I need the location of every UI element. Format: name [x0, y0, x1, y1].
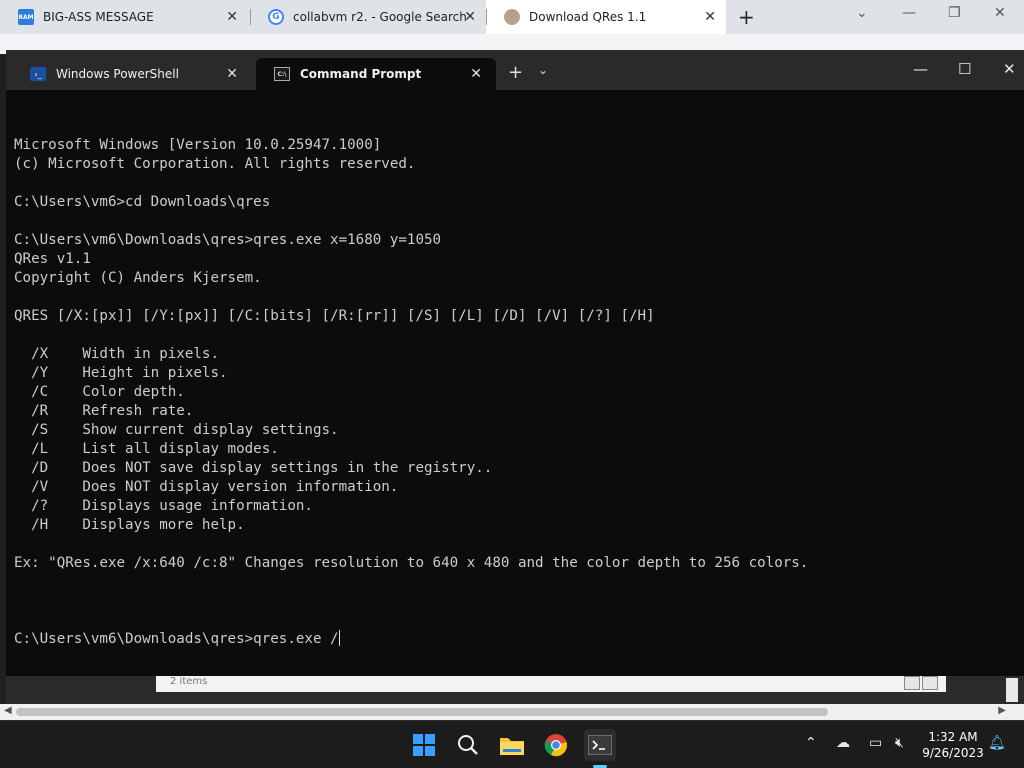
view-toggle[interactable]: [904, 676, 938, 690]
close-icon[interactable]: ✕: [464, 9, 476, 25]
console-line: /R Refresh rate.: [14, 403, 194, 419]
console-line: /H Displays more help.: [14, 517, 245, 533]
console-line: /C Color depth.: [14, 384, 185, 400]
console-line: /L List all display modes.: [14, 441, 279, 457]
network-icon[interactable]: ▭: [869, 735, 882, 751]
scrollbar-thumb[interactable]: [16, 708, 828, 716]
restore-button[interactable]: ❐: [948, 5, 961, 21]
browser-tab-big-ass-message[interactable]: BAM BIG-ASS MESSAGE ✕: [0, 0, 248, 34]
console-output[interactable]: Microsoft Windows [Version 10.0.25947.10…: [14, 98, 1014, 668]
tab-label: Windows PowerShell: [56, 67, 179, 81]
browser-tab-strip: BAM BIG-ASS MESSAGE ✕ G collabvm r2. - G…: [0, 0, 1024, 34]
console-line: /? Displays usage information.: [14, 498, 313, 514]
chevron-up-icon[interactable]: ⌃: [805, 735, 817, 751]
console-line: /S Show current display settings.: [14, 422, 339, 438]
system-clock[interactable]: 1:32 AM 9/26/2023: [918, 729, 988, 761]
minimize-button[interactable]: —: [913, 60, 928, 78]
scroll-right-icon[interactable]: ▶: [998, 705, 1006, 716]
tab-command-prompt[interactable]: C:\ Command Prompt ✕: [256, 58, 496, 90]
console-lines: Microsoft Windows [Version 10.0.25947.10…: [14, 136, 1014, 592]
clock-date: 9/26/2023: [922, 746, 984, 760]
powershell-icon: ›_: [30, 67, 46, 81]
new-tab-button[interactable]: +: [738, 5, 755, 29]
chrome-icon[interactable]: [540, 729, 572, 761]
file-explorer-window: 2 items: [6, 676, 1024, 704]
details-view-icon[interactable]: [904, 676, 920, 690]
start-icon[interactable]: [408, 729, 440, 761]
console-line: QRES [/X:[px]] [/Y:[px]] [/C:[bits] [/R:…: [14, 308, 655, 324]
console-line: C:\Users\vm6\Downloads\qres>qres.exe x=1…: [14, 232, 442, 248]
close-window-button[interactable]: ✕: [994, 5, 1006, 21]
console-line: Microsoft Windows [Version 10.0.25947.10…: [14, 137, 382, 153]
clock-time: 1:32 AM: [928, 730, 978, 744]
browser-tab-label: Download QRes 1.1: [529, 10, 647, 24]
prompt-line[interactable]: C:\Users\vm6\Downloads\qres>qres.exe /: [14, 630, 1014, 649]
console-line: /D Does NOT save display settings in the…: [14, 460, 493, 476]
qres-site-icon: [504, 9, 520, 25]
bam-icon: BAM: [18, 9, 34, 25]
close-icon[interactable]: ✕: [470, 66, 482, 82]
file-explorer-icon[interactable]: [496, 729, 528, 761]
tab-label: Command Prompt: [300, 67, 422, 81]
console-line: C:\Users\vm6>cd Downloads\qres: [14, 194, 271, 210]
terminal-titlebar[interactable]: ›_ Windows PowerShell ✕ C:\ Command Prom…: [6, 50, 1024, 90]
close-icon[interactable]: ✕: [704, 9, 716, 25]
volume-muted-icon[interactable]: 🔇︎: [895, 735, 904, 751]
terminal-icon[interactable]: [584, 729, 616, 761]
scroll-left-icon[interactable]: ◀: [4, 705, 12, 716]
maximize-button[interactable]: ☐: [958, 60, 971, 78]
taskbar: ⌃ ☁ ▭ 🔇︎ 1:32 AM 9/26/2023 🔔︎: [0, 720, 1024, 768]
close-window-button[interactable]: ✕: [1003, 60, 1016, 78]
console-line: Ex: "QRes.exe /x:640 /c:8" Changes resol…: [14, 555, 809, 571]
onedrive-icon[interactable]: ☁: [836, 735, 850, 751]
text-cursor: [338, 630, 340, 646]
browser-tab-google-search[interactable]: G collabvm r2. - Google Search ✕: [250, 0, 486, 34]
tiles-view-icon[interactable]: [922, 676, 938, 690]
explorer-status-bar: 2 items: [156, 676, 946, 692]
cmd-icon: C:\: [274, 67, 290, 81]
close-icon[interactable]: ✕: [226, 9, 238, 25]
browser-tab-download-qres[interactable]: Download QRes 1.1 ✕: [486, 0, 726, 34]
google-icon: G: [268, 9, 284, 25]
horizontal-scrollbar[interactable]: ◀ ▶: [0, 704, 1024, 720]
browser-tab-label: collabvm r2. - Google Search: [293, 10, 467, 24]
console-line: Copyright (C) Anders Kjersem.: [14, 270, 262, 286]
search-icon[interactable]: [452, 729, 484, 761]
notification-bell-icon[interactable]: 🔔︎: [988, 735, 1006, 751]
prompt-text: C:\Users\vm6\Downloads\qres>qres.exe /: [14, 631, 339, 647]
new-tab-button[interactable]: +: [508, 62, 523, 83]
vertical-scrollbar[interactable]: [1006, 678, 1018, 702]
browser-tab-label: BIG-ASS MESSAGE: [43, 10, 154, 24]
console-line: /Y Height in pixels.: [14, 365, 228, 381]
item-count: 2 items: [170, 676, 208, 687]
console-line: /V Does NOT display version information.: [14, 479, 399, 495]
tab-windows-powershell[interactable]: ›_ Windows PowerShell ✕: [12, 58, 252, 90]
chevron-down-icon[interactable]: ⌄: [538, 63, 548, 77]
terminal-window: ›_ Windows PowerShell ✕ C:\ Command Prom…: [6, 50, 1024, 676]
console-line: /X Width in pixels.: [14, 346, 219, 362]
tab-search-dropdown-icon[interactable]: ⌄: [856, 5, 868, 21]
console-line: QRes v1.1: [14, 251, 91, 267]
console-line: (c) Microsoft Corporation. All rights re…: [14, 156, 416, 172]
minimize-button[interactable]: —: [902, 5, 916, 21]
close-icon[interactable]: ✕: [226, 66, 238, 82]
